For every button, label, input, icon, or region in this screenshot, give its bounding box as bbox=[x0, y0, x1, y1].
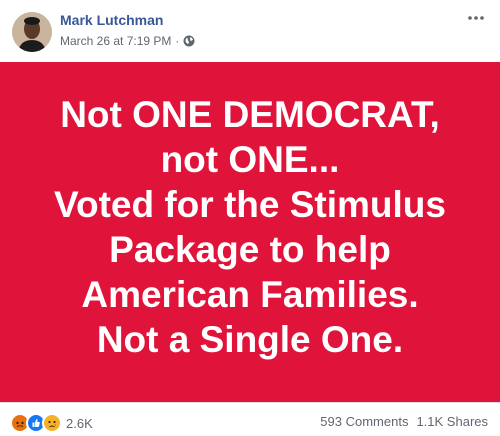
reactions-summary[interactable]: 2.6K bbox=[10, 413, 93, 433]
image-text-line: Not a Single One. bbox=[96, 319, 404, 360]
more-options-button[interactable] bbox=[464, 8, 488, 28]
author-avatar[interactable] bbox=[12, 12, 52, 52]
post-footer: 2.6K 593 Comments 1.1K Shares bbox=[0, 402, 500, 436]
sad-reaction-icon bbox=[42, 413, 62, 433]
post-timestamp[interactable]: March 26 at 7:19 PM bbox=[60, 34, 171, 48]
post-image[interactable]: Not ONE DEMOCRAT, not ONE... Voted for t… bbox=[0, 62, 500, 402]
post-header: Mark Lutchman March 26 at 7:19 PM · bbox=[0, 0, 500, 62]
image-text-line: Package to help bbox=[109, 229, 391, 270]
reaction-count: 2.6K bbox=[66, 415, 93, 431]
more-horizontal-icon bbox=[468, 16, 484, 20]
facebook-post: Mark Lutchman March 26 at 7:19 PM · Not … bbox=[0, 0, 500, 435]
post-meta: March 26 at 7:19 PM · bbox=[60, 34, 195, 48]
image-text-line: not ONE... bbox=[160, 139, 340, 180]
image-text-line: Voted for the Stimulus bbox=[54, 184, 446, 225]
image-text: Not ONE DEMOCRAT, not ONE... Voted for t… bbox=[54, 92, 446, 362]
author-name[interactable]: Mark Lutchman bbox=[60, 12, 163, 28]
engagement-stats: 593 Comments 1.1K Shares bbox=[320, 414, 488, 429]
profile-photo-icon bbox=[12, 12, 52, 52]
image-text-line: American Families. bbox=[81, 274, 419, 315]
comments-count-link[interactable]: 593 Comments bbox=[320, 414, 408, 429]
globe-icon[interactable] bbox=[183, 35, 195, 47]
image-text-line: Not ONE DEMOCRAT, bbox=[60, 94, 440, 135]
meta-separator: · bbox=[175, 34, 180, 48]
shares-count-link[interactable]: 1.1K Shares bbox=[416, 414, 488, 429]
